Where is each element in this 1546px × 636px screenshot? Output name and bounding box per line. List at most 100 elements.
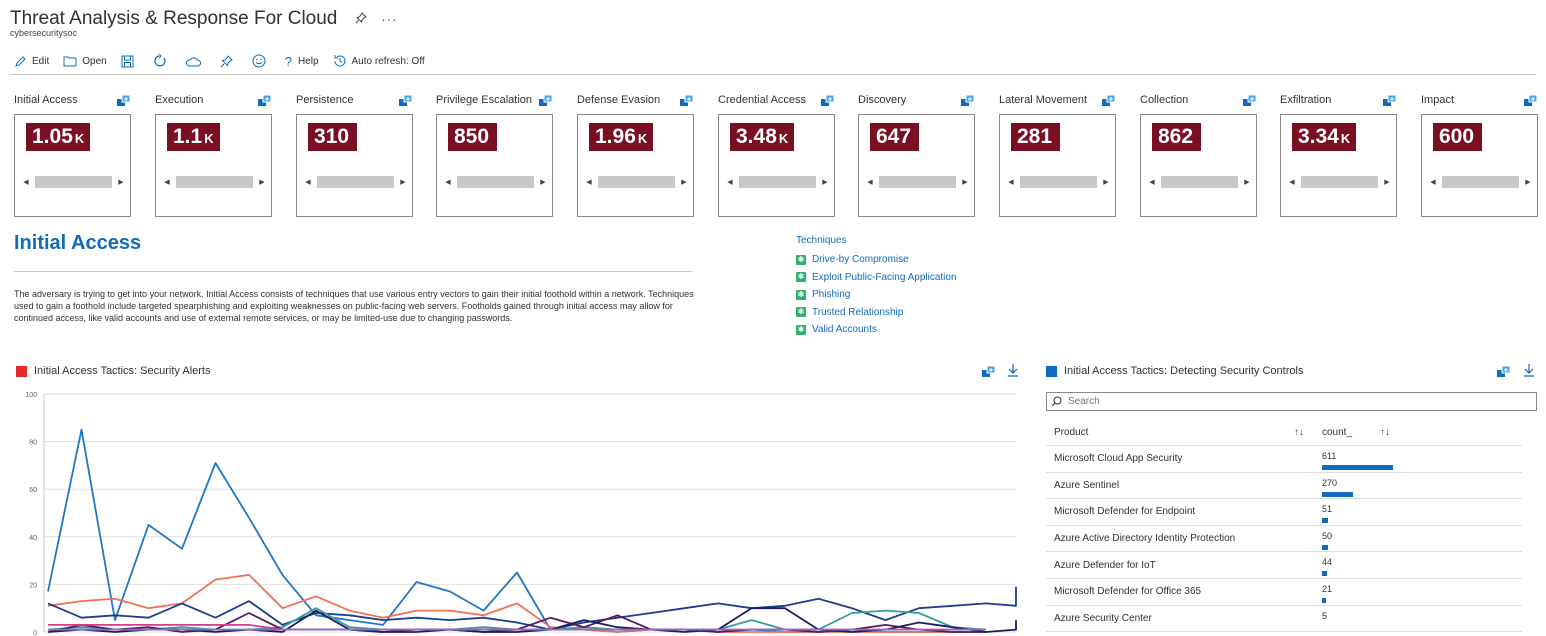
scroll-right-arrow-icon[interactable]: ▶ xyxy=(1242,178,1252,186)
tactic-tile[interactable]: Collection 862 ◀ ▶ xyxy=(1136,92,1257,218)
technique-link[interactable]: ✱ Valid Accounts xyxy=(796,321,957,339)
tile-card[interactable]: 310 ◀ ▶ xyxy=(296,114,413,217)
tactic-tile[interactable]: Defense Evasion 1.96 K ◀ ▶ xyxy=(573,92,694,218)
horizontal-scrollbar[interactable]: ◀ ▶ xyxy=(1428,175,1533,189)
tile-card[interactable]: 3.34 K ◀ ▶ xyxy=(1280,114,1397,217)
tile-card[interactable]: 281 ◀ ▶ xyxy=(999,114,1116,217)
tactic-tile[interactable]: Lateral Movement 281 ◀ ▶ xyxy=(995,92,1116,218)
scrollbar-thumb[interactable] xyxy=(176,176,253,188)
technique-link[interactable]: ✱ Trusted Relationship xyxy=(796,304,957,322)
tactic-tile[interactable]: Exfiltration 3.34 K ◀ ▶ xyxy=(1276,92,1397,218)
tile-card[interactable]: 850 ◀ ▶ xyxy=(436,114,553,217)
scroll-right-arrow-icon[interactable]: ▶ xyxy=(820,178,830,186)
scroll-right-arrow-icon[interactable]: ▶ xyxy=(257,178,267,186)
horizontal-scrollbar[interactable]: ◀ ▶ xyxy=(725,175,830,189)
pin-to-dashboard-icon[interactable] xyxy=(399,94,413,112)
tactic-tile[interactable]: Privilege Escalation 850 ◀ ▶ xyxy=(432,92,553,218)
tile-card[interactable]: 1.05 K ◀ ▶ xyxy=(14,114,131,217)
scrollbar-thumb[interactable] xyxy=(739,176,816,188)
pin-to-dashboard-icon[interactable] xyxy=(982,365,996,383)
pin-to-dashboard-icon[interactable] xyxy=(821,94,835,112)
horizontal-scrollbar[interactable]: ◀ ▶ xyxy=(21,175,126,189)
pin-to-dashboard-icon[interactable] xyxy=(1383,94,1397,112)
tile-card[interactable]: 1.96 K ◀ ▶ xyxy=(577,114,694,217)
refresh-button[interactable] xyxy=(153,54,172,68)
technique-link[interactable]: ✱ Exploit Public-Facing Application xyxy=(796,269,957,287)
scroll-left-arrow-icon[interactable]: ◀ xyxy=(584,178,594,186)
tile-card[interactable]: 600 ◀ ▶ xyxy=(1421,114,1538,217)
pin-to-dashboard-icon[interactable] xyxy=(961,94,975,112)
table-row[interactable]: Microsoft Defender for Endpoint 51 xyxy=(1046,499,1522,526)
scroll-right-arrow-icon[interactable]: ▶ xyxy=(1382,178,1392,186)
product-column-header[interactable]: Product ↑↓ xyxy=(1046,427,1304,438)
scroll-right-arrow-icon[interactable]: ▶ xyxy=(116,178,126,186)
horizontal-scrollbar[interactable]: ◀ ▶ xyxy=(443,175,548,189)
scroll-left-arrow-icon[interactable]: ◀ xyxy=(21,178,31,186)
series-line[interactable] xyxy=(47,573,986,633)
download-icon[interactable] xyxy=(1008,364,1018,382)
pin-icon[interactable] xyxy=(355,11,368,27)
tactic-tile[interactable]: Discovery 647 ◀ ▶ xyxy=(854,92,975,218)
tactic-tile[interactable]: Initial Access 1.05 K ◀ ▶ xyxy=(10,92,131,218)
scroll-left-arrow-icon[interactable]: ◀ xyxy=(1006,178,1016,186)
more-options-icon[interactable]: ··· xyxy=(381,12,397,27)
help-button[interactable]: ? Help xyxy=(285,54,319,69)
pin-to-dashboard-icon[interactable] xyxy=(539,94,553,112)
series-line[interactable] xyxy=(47,428,986,633)
tactic-tile[interactable]: Execution 1.1 K ◀ ▶ xyxy=(151,92,272,218)
pin-to-dashboard-button[interactable] xyxy=(220,54,238,68)
scroll-left-arrow-icon[interactable]: ◀ xyxy=(303,178,313,186)
scroll-right-arrow-icon[interactable]: ▶ xyxy=(1523,178,1533,186)
horizontal-scrollbar[interactable]: ◀ ▶ xyxy=(1147,175,1252,189)
series-line[interactable] xyxy=(47,607,987,631)
table-row[interactable]: Azure Sentinel 270 xyxy=(1046,473,1522,500)
pin-to-dashboard-icon[interactable] xyxy=(1102,94,1116,112)
technique-link[interactable]: ✱ Phishing xyxy=(796,286,957,304)
scroll-left-arrow-icon[interactable]: ◀ xyxy=(1147,178,1157,186)
pin-to-dashboard-icon[interactable] xyxy=(680,94,694,112)
scroll-right-arrow-icon[interactable]: ▶ xyxy=(398,178,408,186)
pin-to-dashboard-icon[interactable] xyxy=(1524,94,1538,112)
horizontal-scrollbar[interactable]: ◀ ▶ xyxy=(1287,175,1392,189)
download-icon[interactable] xyxy=(1524,364,1534,382)
scrollbar-thumb[interactable] xyxy=(1020,176,1097,188)
scroll-right-arrow-icon[interactable]: ▶ xyxy=(538,178,548,186)
scroll-right-arrow-icon[interactable]: ▶ xyxy=(1101,178,1111,186)
scroll-left-arrow-icon[interactable]: ◀ xyxy=(1428,178,1438,186)
table-row[interactable]: Azure Defender for IoT 44 xyxy=(1046,552,1522,579)
search-input[interactable] xyxy=(1068,396,1508,407)
pin-to-dashboard-icon[interactable] xyxy=(1497,365,1511,383)
scroll-left-arrow-icon[interactable]: ◀ xyxy=(162,178,172,186)
pin-to-dashboard-icon[interactable] xyxy=(117,94,131,112)
sort-icon[interactable]: ↑↓ xyxy=(1294,427,1304,438)
table-search[interactable] xyxy=(1046,392,1537,411)
tactic-tile[interactable]: Persistence 310 ◀ ▶ xyxy=(292,92,413,218)
scrollbar-thumb[interactable] xyxy=(1161,176,1238,188)
scroll-left-arrow-icon[interactable]: ◀ xyxy=(1287,178,1297,186)
edit-button[interactable]: Edit xyxy=(14,55,49,68)
horizontal-scrollbar[interactable]: ◀ ▶ xyxy=(865,175,970,189)
horizontal-scrollbar[interactable]: ◀ ▶ xyxy=(162,175,267,189)
open-button[interactable]: Open xyxy=(63,55,107,67)
scroll-right-arrow-icon[interactable]: ▶ xyxy=(679,178,689,186)
technique-link[interactable]: ✱ Drive-by Compromise xyxy=(796,251,957,269)
tile-card[interactable]: 862 ◀ ▶ xyxy=(1140,114,1257,217)
table-row[interactable]: Azure Active Directory Identity Protecti… xyxy=(1046,526,1522,553)
scroll-left-arrow-icon[interactable]: ◀ xyxy=(865,178,875,186)
table-row[interactable]: Microsoft Defender for Office 365 21 xyxy=(1046,579,1522,606)
scrollbar-thumb[interactable] xyxy=(1442,176,1519,188)
feedback-button[interactable] xyxy=(252,54,271,68)
tile-card[interactable]: 647 ◀ ▶ xyxy=(858,114,975,217)
scroll-right-arrow-icon[interactable]: ▶ xyxy=(960,178,970,186)
tactic-tile[interactable]: Credential Access 3.48 K ◀ ▶ xyxy=(714,92,835,218)
scrollbar-thumb[interactable] xyxy=(317,176,394,188)
horizontal-scrollbar[interactable]: ◀ ▶ xyxy=(1006,175,1111,189)
share-button[interactable] xyxy=(185,55,206,68)
tile-card[interactable]: 3.48 K ◀ ▶ xyxy=(718,114,835,217)
scrollbar-thumb[interactable] xyxy=(598,176,675,188)
scrollbar-thumb[interactable] xyxy=(457,176,534,188)
table-row[interactable]: Microsoft Cloud App Security 611 xyxy=(1046,446,1522,473)
horizontal-scrollbar[interactable]: ◀ ▶ xyxy=(584,175,689,189)
scroll-left-arrow-icon[interactable]: ◀ xyxy=(725,178,735,186)
tile-card[interactable]: 1.1 K ◀ ▶ xyxy=(155,114,272,217)
